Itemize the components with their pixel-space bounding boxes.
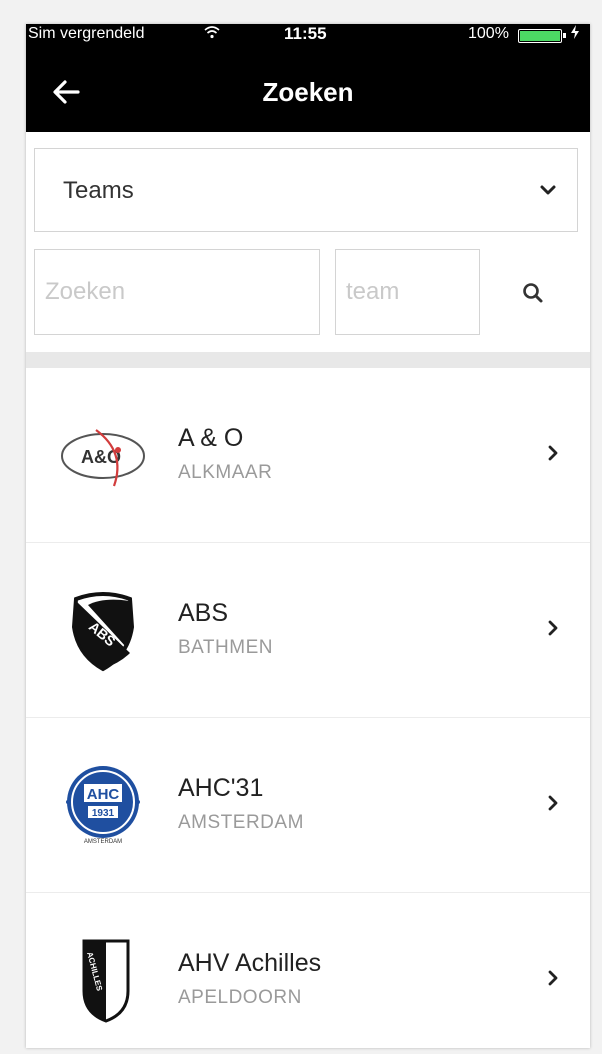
- team-name: AHV Achilles: [178, 949, 322, 977]
- svg-text:AHC: AHC: [87, 786, 120, 803]
- charging-icon: [571, 25, 579, 42]
- svg-text:1931: 1931: [92, 808, 115, 819]
- list-item[interactable]: AHC 1931 AMSTERDAM AHC'31 AMSTERDAM: [26, 718, 590, 893]
- chevron-right-icon: [548, 445, 558, 461]
- battery-icon: [518, 29, 562, 43]
- carrier-label: Sim vergrendeld: [28, 25, 145, 42]
- battery-tip: [563, 33, 566, 38]
- team-city: ALKMAAR: [178, 462, 273, 483]
- chevron-down-icon: [540, 185, 556, 195]
- results-list: A&O A & O ALKMAAR ABS ABS BATHMEN AHC 19…: [26, 368, 590, 1048]
- chevron-right-icon: [548, 970, 558, 986]
- list-item[interactable]: A&O A & O ALKMAAR: [26, 368, 590, 543]
- club-logo-ao: A&O: [61, 429, 145, 487]
- chevron-right-icon: [548, 620, 558, 636]
- team-city: APELDOORN: [178, 987, 302, 1008]
- club-logo-ahv: ACHILLES: [82, 939, 130, 1023]
- svg-text:AMSTERDAM: AMSTERDAM: [84, 839, 122, 845]
- app-screen: Sim vergrendeld 11:55 100% Zoeken Teams …: [26, 24, 590, 1048]
- list-item[interactable]: ABS ABS BATHMEN: [26, 543, 590, 718]
- team-name: AHC'31: [178, 774, 264, 802]
- list-item[interactable]: ACHILLES AHV Achilles APELDOORN: [26, 893, 590, 1048]
- navigation-bar: Sim vergrendeld 11:55 100% Zoeken: [26, 24, 590, 132]
- team-name: A & O: [178, 424, 244, 452]
- team-input[interactable]: [335, 249, 480, 335]
- page-title: Zoeken: [262, 77, 354, 107]
- status-bar: Sim vergrendeld 11:55 100%: [26, 24, 590, 46]
- team-city: BATHMEN: [178, 637, 273, 658]
- club-logo-ahc: AHC 1931 AMSTERDAM: [66, 766, 140, 845]
- status-time: 11:55: [284, 24, 327, 43]
- search-input[interactable]: [34, 249, 320, 335]
- wifi-icon: [204, 25, 220, 42]
- club-logo-abs: ABS: [71, 592, 135, 672]
- battery-percentage: 100%: [468, 25, 509, 42]
- list-separator: [26, 352, 590, 368]
- chevron-right-icon: [548, 795, 558, 811]
- team-name: ABS: [178, 599, 229, 627]
- search-button[interactable]: [518, 278, 548, 308]
- category-select-value: Teams: [63, 177, 134, 204]
- search-icon: [523, 283, 543, 303]
- category-select[interactable]: Teams: [34, 148, 578, 232]
- team-city: AMSTERDAM: [178, 812, 304, 833]
